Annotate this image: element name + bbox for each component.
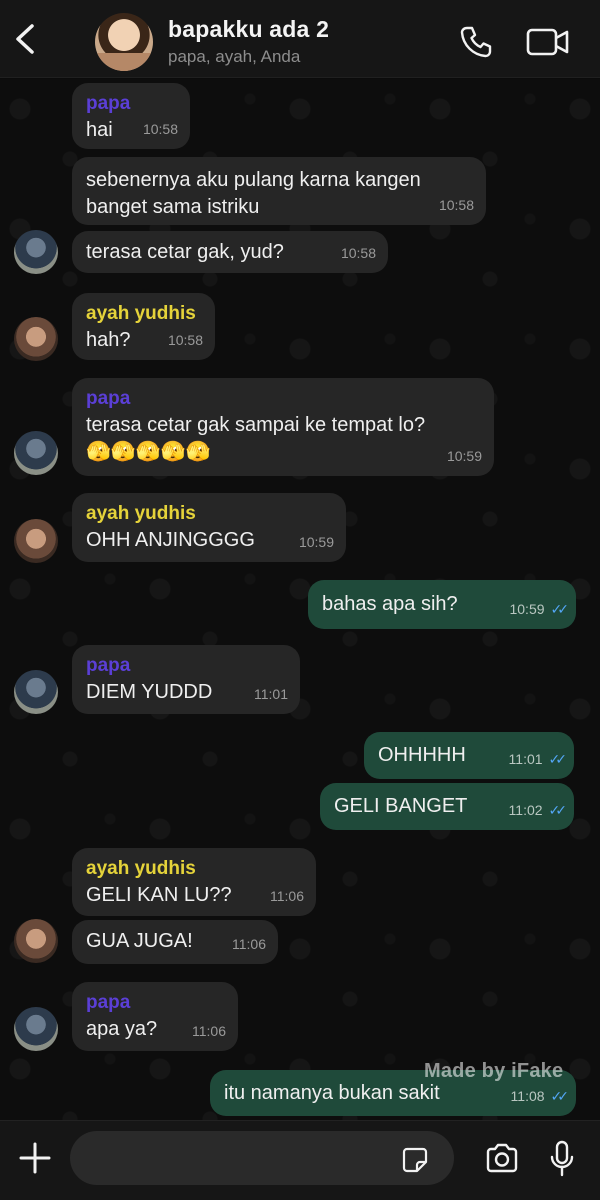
message-composer — [0, 1120, 600, 1200]
back-button[interactable] — [12, 22, 40, 56]
message-bubble[interactable]: papa DIEM YUDDD 11:01 — [72, 645, 300, 714]
message-text: OHH ANJINGGGG — [86, 529, 255, 551]
sender-name: ayah yudhis — [86, 503, 196, 524]
timestamp: 11:08 — [510, 1088, 545, 1104]
message-time: 10:58 — [439, 192, 474, 219]
message-bubble[interactable]: ayah yudhis OHH ANJINGGGG 10:59 — [72, 493, 346, 562]
chat-header: bapakku ada 2 papa, ayah, Anda — [0, 0, 600, 78]
message-time: 10:58 — [341, 240, 376, 267]
camera-icon — [486, 1143, 518, 1173]
timestamp: 10:58 — [340, 245, 376, 261]
read-receipt-icon: ✓✓ — [550, 1088, 570, 1104]
message-text: terasa cetar gak sampai ke tempat lo? 🫣🫣… — [86, 414, 426, 463]
read-receipt-icon: ✓✓ — [550, 601, 570, 617]
avatar[interactable] — [14, 670, 58, 714]
avatar[interactable] — [14, 919, 58, 963]
timestamp: 10:58 — [142, 121, 178, 137]
message-time: 10:58 — [143, 116, 178, 143]
timestamp: 10:58 — [167, 332, 203, 348]
message-bubble[interactable]: terasa cetar gak, yud? 10:58 — [72, 231, 388, 273]
timestamp: 11:06 — [270, 888, 304, 904]
timestamp: 10:58 — [438, 197, 474, 213]
chevron-left-icon — [16, 24, 34, 54]
chat-info[interactable]: bapakku ada 2 papa, ayah, Anda — [168, 16, 329, 67]
read-receipt-icon: ✓✓ — [548, 751, 568, 767]
message-bubble[interactable]: papa terasa cetar gak sampai ke tempat l… — [72, 378, 494, 476]
video-call-button[interactable] — [525, 26, 571, 58]
avatar[interactable] — [14, 230, 58, 274]
attach-button[interactable] — [18, 1141, 52, 1175]
phone-icon — [460, 26, 492, 58]
sender-name: papa — [86, 655, 131, 676]
avatar[interactable] — [14, 519, 58, 563]
read-receipt-icon: ✓✓ — [548, 802, 568, 818]
message-time: 10:59 — [299, 529, 334, 556]
group-avatar[interactable] — [95, 13, 153, 71]
avatar[interactable] — [14, 431, 58, 475]
message-text: terasa cetar gak, yud? — [86, 241, 284, 263]
message-time: 11:06 — [232, 931, 266, 958]
message-time: 11:02 ✓✓ — [508, 797, 568, 824]
message-bubble[interactable]: sebenernya aku pulang karna kangen bange… — [72, 157, 486, 225]
message-bubble[interactable]: GELI BANGET 11:02 ✓✓ — [320, 783, 574, 830]
camera-button[interactable] — [484, 1141, 520, 1177]
avatar[interactable] — [14, 1007, 58, 1051]
sender-name: ayah yudhis — [86, 858, 196, 879]
timestamp: 11:06 — [232, 936, 266, 952]
message-time: 11:06 — [192, 1018, 226, 1045]
message-time: 10:59 ✓✓ — [509, 596, 570, 623]
microphone-button[interactable] — [548, 1139, 576, 1179]
message-time: 11:01 ✓✓ — [508, 746, 568, 773]
video-camera-icon — [526, 28, 569, 56]
timestamp: 11:06 — [192, 1023, 226, 1039]
message-bubble[interactable]: ayah yudhis GELI KAN LU?? 11:06 — [72, 848, 316, 916]
timestamp: 10:59 — [509, 601, 545, 617]
sticker-icon — [402, 1147, 428, 1173]
timestamp: 11:02 — [508, 802, 543, 818]
plus-icon — [19, 1142, 51, 1174]
message-text: sebenernya aku pulang karna kangen bange… — [86, 169, 421, 218]
message-time: 11:08 ✓✓ — [510, 1083, 570, 1110]
microphone-icon — [550, 1140, 574, 1177]
chat-members: papa, ayah, Anda — [168, 47, 301, 66]
voice-call-button[interactable] — [458, 24, 494, 60]
chat-messages[interactable]: papa hai 10:58 sebenernya aku pulang kar… — [0, 79, 600, 1120]
sender-name: ayah yudhis — [86, 303, 196, 324]
message-bubble[interactable]: papa hai 10:58 — [72, 83, 190, 149]
message-bubble[interactable]: papa apa ya? 11:06 — [72, 982, 238, 1051]
sender-name: papa — [86, 992, 131, 1013]
message-bubble[interactable]: ayah yudhis hah? 10:58 — [72, 293, 215, 360]
timestamp: 11:01 — [508, 751, 543, 767]
message-bubble[interactable]: GUA JUGA! 11:06 — [72, 920, 278, 964]
timestamp: 10:59 — [298, 534, 334, 550]
avatar[interactable] — [14, 317, 58, 361]
watermark: Made by iFake — [424, 1060, 564, 1082]
sticker-button[interactable] — [402, 1147, 428, 1173]
chat-title: bapakku ada 2 — [168, 16, 330, 42]
message-input[interactable] — [70, 1131, 454, 1185]
message-time: 11:06 — [270, 883, 304, 910]
sender-name: papa — [86, 93, 131, 114]
timestamp: 11:01 — [254, 686, 288, 702]
message-bubble[interactable]: OHHHHH 11:01 ✓✓ — [364, 732, 574, 779]
timestamp: 10:59 — [446, 448, 482, 464]
message-time: 11:01 — [254, 681, 288, 708]
message-time: 10:58 — [168, 327, 203, 354]
message-time: 10:59 — [447, 443, 482, 470]
message-bubble[interactable]: bahas apa sih? 10:59 ✓✓ — [308, 580, 576, 629]
sender-name: papa — [86, 388, 131, 409]
